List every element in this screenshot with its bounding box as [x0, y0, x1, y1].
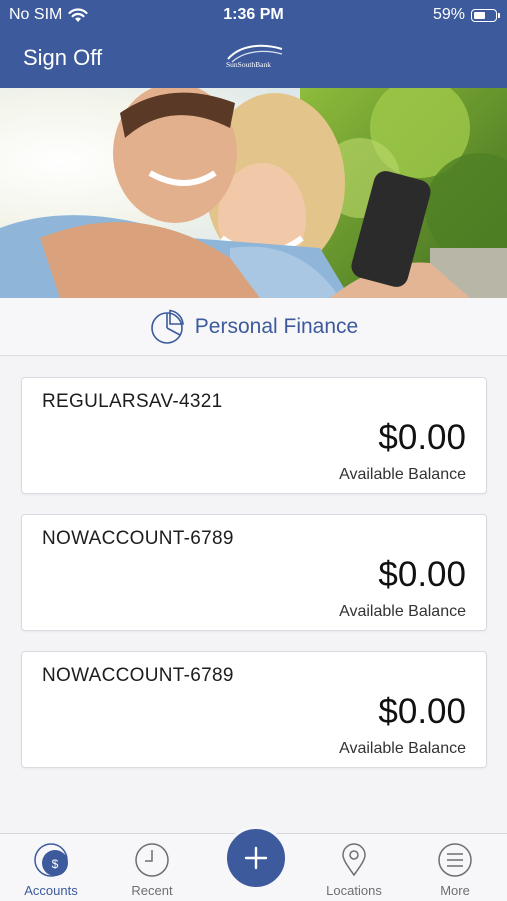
balance-caption: Available Balance	[339, 740, 466, 757]
battery-icon	[471, 8, 500, 22]
location-pin-icon	[342, 843, 366, 877]
add-button[interactable]	[224, 826, 288, 890]
menu-icon	[438, 843, 472, 877]
account-balance: $0.00	[378, 555, 466, 594]
tab-accounts[interactable]: $ Accounts	[6, 834, 96, 901]
tab-label: Recent	[131, 883, 173, 898]
accounts-icon: $	[34, 843, 68, 877]
account-card[interactable]: NOWACCOUNT-6789 $0.00 Available Balance	[21, 651, 487, 768]
section-header: Personal Finance	[0, 298, 507, 356]
account-name: NOWACCOUNT-6789	[42, 665, 234, 686]
balance-caption: Available Balance	[339, 603, 466, 620]
account-card[interactable]: NOWACCOUNT-6789 $0.00 Available Balance	[21, 514, 487, 631]
plus-icon	[244, 846, 268, 870]
pie-chart-icon	[150, 309, 184, 344]
tab-locations[interactable]: Locations	[309, 834, 399, 901]
svg-text:$: $	[52, 857, 59, 871]
status-bar: No SIM 1:36 PM 59%	[0, 0, 507, 30]
nav-bar: Sign Off SunSouthBank	[0, 30, 507, 88]
section-title: Personal Finance	[194, 314, 359, 338]
bank-logo: SunSouthBank	[226, 44, 283, 69]
tab-recent[interactable]: Recent	[107, 834, 197, 901]
sign-off-button[interactable]: Sign Off	[23, 45, 102, 71]
account-name: REGULARSAV-4321	[42, 391, 223, 412]
tab-label: More	[440, 883, 470, 898]
account-balance: $0.00	[378, 418, 466, 457]
battery-nub	[498, 12, 500, 18]
account-balance: $0.00	[378, 692, 466, 731]
account-name: NOWACCOUNT-6789	[42, 528, 234, 549]
tab-more[interactable]: More	[410, 834, 500, 901]
account-card[interactable]: REGULARSAV-4321 $0.00 Available Balance	[21, 377, 487, 494]
status-right: 59%	[432, 6, 500, 24]
battery-fill	[474, 11, 485, 19]
clock-icon	[135, 843, 169, 877]
svg-text:SunSouthBank: SunSouthBank	[226, 60, 271, 69]
balance-caption: Available Balance	[339, 466, 466, 483]
status-time: 1:36 PM	[223, 6, 284, 23]
tab-label: Locations	[326, 883, 382, 898]
accounts-list: REGULARSAV-4321 $0.00 Available Balance …	[21, 377, 487, 788]
hero-photo	[0, 88, 507, 298]
battery-percent: 59%	[432, 6, 465, 23]
tab-label: Accounts	[24, 883, 78, 898]
couple-photo-illustration	[0, 88, 507, 298]
